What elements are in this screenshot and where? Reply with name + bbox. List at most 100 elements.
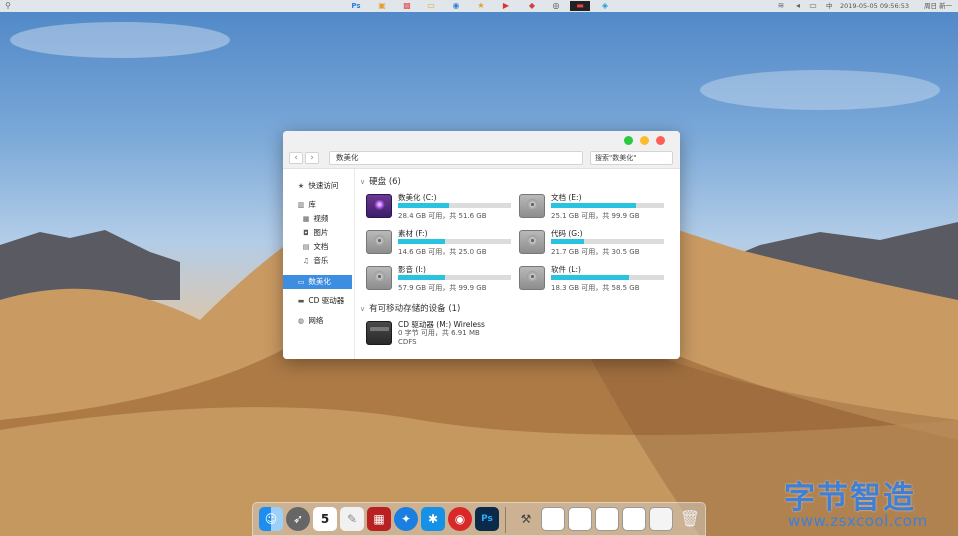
youtube-icon[interactable]: ▶ (501, 1, 511, 11)
drive-name: 影音 (I:) (398, 265, 426, 274)
trash-icon[interactable]: 🗑 (678, 507, 702, 531)
photoshop-icon[interactable]: Ps (475, 507, 499, 531)
sidebar-item-label: 数美化 (308, 277, 331, 286)
user-name[interactable]: 周日 新一 (924, 1, 952, 11)
drive-i[interactable]: 影音 (I:) 57.9 GB 可用，共 99.9 GB (366, 264, 516, 294)
video-icon: ▦ (302, 215, 310, 223)
apple-icon[interactable]: ⚲ (3, 1, 13, 11)
hard-drive-icon (366, 230, 392, 254)
search-input[interactable]: 搜索"数美化" (590, 151, 673, 165)
photoshop-icon[interactable]: Ps (351, 1, 361, 11)
sidebar-item-video[interactable]: ▦ 视频 (283, 212, 355, 226)
usage-bar (398, 239, 511, 244)
explorer-window: ‹ › 数美化 搜索"数美化" ★ 快速访问 ▥ 库 ▦ 视频 ◘ 图片 ▤ 文… (283, 131, 680, 359)
picture-icon: ◘ (303, 229, 309, 237)
sidebar-item-pictures[interactable]: ◘ 图片 (283, 226, 355, 240)
sidebar-item-library[interactable]: ▥ 库 (283, 198, 355, 212)
sidebar-item-quick-access[interactable]: ★ 快速访问 (283, 179, 355, 193)
sidebar-item-label: 图片 (313, 228, 329, 237)
star-icon: ★ (297, 182, 305, 190)
drive-free-space: 21.7 GB 可用，共 30.5 GB (551, 248, 640, 256)
netease-music-icon[interactable]: ◉ (448, 507, 472, 531)
system-drive-icon (366, 194, 392, 218)
usage-bar (551, 275, 664, 280)
clock[interactable]: 2019-05-05 09:56:53 (840, 1, 909, 11)
sidebar-item-label: CD 驱动器 (308, 296, 345, 305)
drive-l[interactable]: 软件 (L:) 18.3 GB 可用，共 58.5 GB (519, 264, 669, 294)
address-bar[interactable]: 数美化 (329, 151, 583, 165)
edge-icon[interactable]: ◈ (600, 1, 610, 11)
sidebar-item-label: 网络 (308, 316, 324, 325)
group-hard-disks[interactable]: ∨ 硬盘 (6) (360, 175, 401, 187)
hard-drive-icon (519, 230, 545, 254)
usage-bar (551, 203, 664, 208)
drive-g[interactable]: 代码 (G:) 21.7 GB 可用，共 30.5 GB (519, 228, 669, 258)
illustrator-icon[interactable]: ▣ (377, 1, 387, 11)
forward-button[interactable]: › (305, 152, 319, 164)
group-title-label: 有可移动存储的设备 (1) (369, 304, 461, 314)
sidebar-item-label: 库 (308, 200, 316, 209)
window-thumb-1[interactable] (541, 507, 565, 531)
drive-free-space: 25.1 GB 可用，共 99.9 GB (551, 212, 640, 220)
usage-bar (398, 275, 511, 280)
sidebar-item-this-pc[interactable]: ▭ 数美化 (283, 275, 352, 289)
drive-free-space: 18.3 GB 可用，共 58.5 GB (551, 284, 640, 292)
ime-indicator[interactable]: 中 (826, 1, 833, 11)
close-button[interactable] (656, 136, 665, 145)
sidebar-item-documents[interactable]: ▤ 文档 (283, 240, 355, 254)
window-thumb-3[interactable] (595, 507, 619, 531)
sidebar-item-label: 视频 (313, 214, 329, 223)
drive-name: 代码 (G:) (551, 229, 583, 238)
notes-icon[interactable]: ✎ (340, 507, 364, 531)
group-removable[interactable]: ∨ 有可移动存储的设备 (1) (360, 302, 460, 314)
window-thumb-5[interactable] (649, 507, 673, 531)
app-store-icon[interactable]: ✱ (421, 507, 445, 531)
chevron-down-icon: ∨ (360, 305, 366, 313)
sidebar-item-network[interactable]: ◍ 网络 (283, 314, 355, 328)
utilities-icon[interactable]: ⚒ (514, 507, 538, 531)
window-thumb-4[interactable] (622, 507, 646, 531)
maximize-button[interactable] (624, 136, 633, 145)
back-button[interactable]: ‹ (289, 152, 303, 164)
drives-panel: ∨ 硬盘 (6) 数美化 (C:) 28.4 GB 可用，共 51.6 GB 文档… (356, 169, 680, 359)
finder-icon[interactable]: ☺ (259, 507, 283, 531)
battery-icon[interactable]: ▭ (808, 1, 818, 11)
monitor-icon[interactable]: ▬ (570, 1, 590, 11)
launchpad-icon[interactable]: ➶ (286, 507, 310, 531)
chrome-icon[interactable]: ◎ (551, 1, 561, 11)
sidebar-item-cd-drive[interactable]: ▬ CD 驱动器 (283, 294, 355, 308)
group-title-label: 硬盘 (6) (369, 177, 401, 187)
usage-fill (551, 203, 636, 208)
drive-m[interactable]: CD 驱动器 (M:) Wireless 0 字节 可用，共 6.91 MB C… (366, 319, 516, 349)
star-icon[interactable]: ★ (476, 1, 486, 11)
wifi-icon[interactable]: ≋ (776, 1, 786, 11)
calendar-icon[interactable]: 5 (313, 507, 337, 531)
drive-f[interactable]: 素材 (F:) 14.6 GB 可用，共 25.0 GB (366, 228, 516, 258)
chevron-down-icon: ∨ (360, 178, 366, 186)
library-icon: ▥ (297, 201, 305, 209)
camera-icon[interactable]: ◉ (451, 1, 461, 11)
safari-icon[interactable]: ✦ (394, 507, 418, 531)
drive-e[interactable]: 文档 (E:) 25.1 GB 可用，共 99.9 GB (519, 192, 669, 222)
photo-booth-icon[interactable]: ▦ (367, 507, 391, 531)
sidebar-item-label: 文档 (313, 242, 329, 251)
drive-c[interactable]: 数美化 (C:) 28.4 GB 可用，共 51.6 GB (366, 192, 516, 222)
sidebar-item-music[interactable]: ♫ 音乐 (283, 254, 355, 268)
navigation-sidebar: ★ 快速访问 ▥ 库 ▦ 视频 ◘ 图片 ▤ 文档 ♫ 音乐 ▭ 数美化 ▬ C (283, 169, 355, 359)
drive-free-space: 57.9 GB 可用，共 99.9 GB (398, 284, 487, 292)
usage-fill (551, 275, 629, 280)
image-icon[interactable]: ▩ (402, 1, 412, 11)
window-thumb-2[interactable] (568, 507, 592, 531)
drive-name: 软件 (L:) (551, 265, 581, 274)
watermark-title: 字节智造 (784, 480, 916, 516)
folder-icon[interactable]: ▭ (426, 1, 436, 11)
cd-drive-icon: ▬ (297, 297, 305, 305)
usage-fill (551, 239, 584, 244)
box-icon[interactable]: ◆ (527, 1, 537, 11)
volume-icon[interactable]: ◂ (793, 1, 803, 11)
dock-separator (505, 507, 506, 533)
music-icon: ♫ (302, 257, 310, 265)
sidebar-item-label: 音乐 (313, 256, 329, 265)
hard-drive-icon (519, 194, 545, 218)
minimize-button[interactable] (640, 136, 649, 145)
